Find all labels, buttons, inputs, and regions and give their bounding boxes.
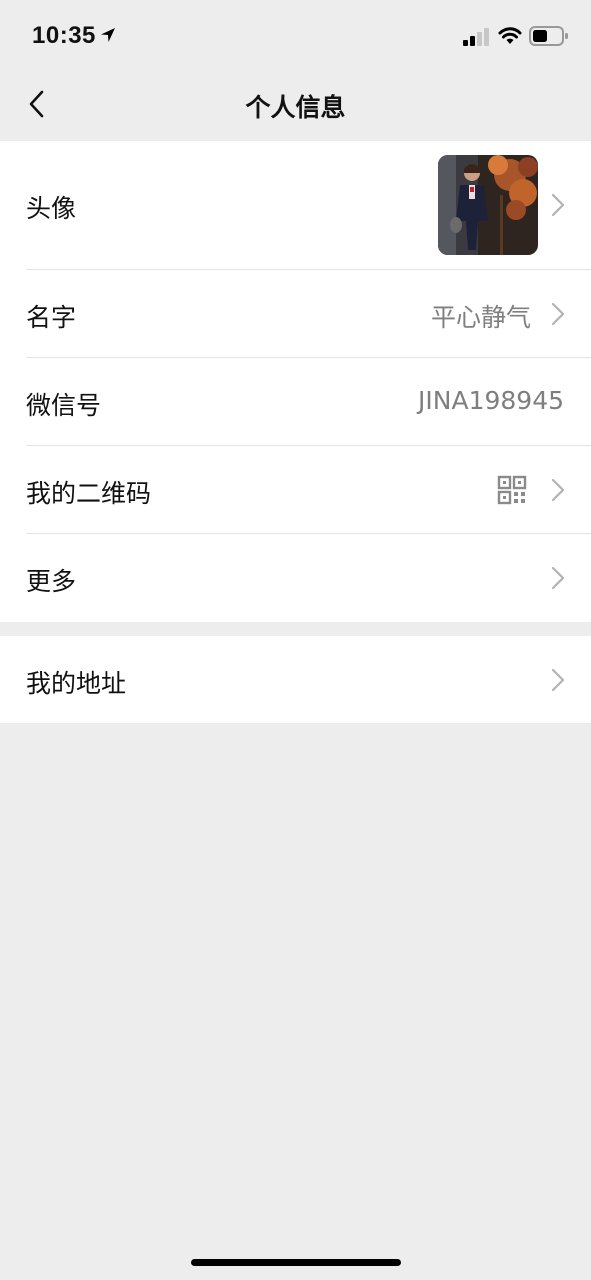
status-bar: 10:35	[0, 0, 591, 70]
qr-code-icon	[497, 475, 527, 505]
row-value-wechat-id: JINA198945	[418, 386, 564, 415]
home-indicator[interactable]	[191, 1259, 401, 1266]
row-qr-code[interactable]: 我的二维码	[0, 446, 591, 534]
battery-icon	[529, 26, 568, 46]
row-name[interactable]: 名字 平心静气	[0, 270, 591, 358]
row-label-qr-code: 我的二维码	[26, 479, 152, 508]
row-wechat-id[interactable]: 微信号 JINA198945	[0, 358, 591, 446]
status-time: 10:35	[32, 22, 96, 49]
address-group: 我的地址	[0, 636, 591, 723]
avatar-image	[438, 155, 538, 255]
row-label-my-address: 我的地址	[26, 669, 127, 698]
row-avatar[interactable]: 头像	[0, 141, 591, 269]
row-value-name: 平心静气	[430, 303, 531, 332]
chevron-right-icon	[551, 668, 565, 692]
chevron-right-icon	[551, 478, 565, 502]
row-label-avatar: 头像	[26, 194, 77, 223]
row-my-address[interactable]: 我的地址	[0, 636, 591, 723]
row-more[interactable]: 更多	[0, 534, 591, 622]
row-label-wechat-id: 微信号	[26, 391, 102, 420]
chevron-right-icon	[551, 566, 565, 590]
row-label-more: 更多	[26, 567, 77, 596]
profile-info-group: 头像 名字 平心静气 微信号 JINA198945 我的二维码 更多	[0, 141, 591, 622]
wifi-icon	[498, 27, 522, 44]
row-label-name: 名字	[26, 303, 77, 332]
avatar[interactable]	[438, 155, 538, 255]
page-title: 个人信息	[245, 93, 346, 122]
chevron-right-icon	[551, 193, 565, 217]
location-arrow-icon	[101, 28, 115, 42]
chevron-right-icon	[551, 302, 565, 326]
nav-bar: 个人信息	[0, 70, 591, 140]
cellular-signal-icon	[463, 28, 489, 46]
